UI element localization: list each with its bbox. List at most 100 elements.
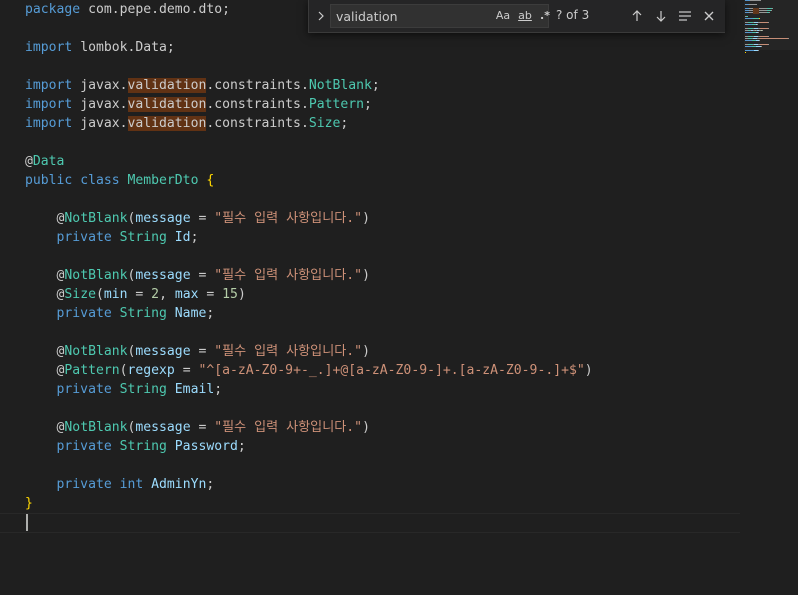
code-line[interactable]: @NotBlank(message = "필수 입력 사항입니다.") [25,342,370,361]
code-line[interactable]: } [25,494,33,513]
code-token: ) [237,287,246,302]
code-token: private [25,382,120,397]
code-token: Password [174,439,238,454]
code-token: lombok.Data [80,40,167,55]
code-token: import [25,97,81,112]
code-token: min [103,287,128,302]
code-token: regexp [127,363,175,378]
code-line[interactable]: @NotBlank(message = "필수 입력 사항입니다.") [25,209,370,228]
minimap-line [745,52,746,53]
toggle-replace-button[interactable] [313,6,329,26]
minimap-slider[interactable] [744,0,798,50]
arrow-up-icon [632,10,642,21]
code-token: String [119,230,175,245]
search-match-highlight: validation [127,116,207,131]
code-token: ( [119,363,128,378]
chevron-right-icon [318,11,324,21]
code-token: message [135,420,191,435]
code-line[interactable]: public class MemberDto { [25,171,214,190]
code-token: javax. [80,78,128,93]
code-token: = [174,363,199,378]
close-icon [704,11,714,21]
code-token: NotBlank [64,211,128,226]
current-line-highlight [0,513,740,533]
code-line[interactable]: import lombok.Data; [25,38,175,57]
code-token: private [25,477,120,492]
code-token: Pattern [308,97,365,112]
code-token: ; [166,40,175,55]
previous-match-button[interactable] [627,6,647,26]
code-token: package [25,2,89,17]
code-token: javax. [80,97,128,112]
find-in-selection-button[interactable] [675,6,695,26]
code-token: @ [25,154,33,169]
code-token: String [119,382,175,397]
code-line[interactable]: @Data [25,152,64,171]
code-token: { [206,173,215,188]
code-token: ; [340,116,349,131]
code-token: NotBlank [64,344,128,359]
code-token: 2 [151,287,160,302]
code-token: 15 [222,287,238,302]
code-line[interactable]: @NotBlank(message = "필수 입력 사항입니다.") [25,266,370,285]
code-line[interactable]: @Size(min = 2, max = 15) [25,285,246,304]
text-cursor [26,514,28,531]
use-regex-button[interactable]: .* [537,8,553,24]
code-token: Size [64,287,96,302]
next-match-button[interactable] [651,6,671,26]
code-token: String [119,306,175,321]
close-find-button[interactable] [699,6,719,26]
code-token: Data [32,154,65,169]
arrow-down-icon [656,11,666,22]
code-line[interactable]: import javax.validation.constraints.Size… [25,114,348,133]
code-token: import [25,78,81,93]
code-token: "필수 입력 사항입니다." [214,268,363,283]
code-token: @ [25,268,65,283]
code-token: ; [190,230,199,245]
code-token: message [135,268,191,283]
minimap-line [758,50,759,51]
code-line[interactable]: private int AdminYn; [25,475,215,494]
code-line[interactable]: private String Email; [25,380,223,399]
code-token: "필수 입력 사항입니다." [214,420,363,435]
code-token: max [174,287,199,302]
search-match-highlight: validation [127,78,207,93]
code-token: ) [362,344,370,359]
match-whole-word-button[interactable]: ab [516,8,534,24]
code-token: Id [174,230,191,245]
code-line[interactable]: package com.pepe.demo.dto; [25,0,230,19]
code-line[interactable]: import javax.validation.constraints.NotB… [25,76,380,95]
code-token: = [127,287,152,302]
code-editor[interactable]: package com.pepe.demo.dto; import lombok.… [0,0,740,595]
code-line[interactable]: @Pattern(regexp = "^[a-zA-Z0-9+-_.]+@[a-… [25,361,593,380]
code-token: AdminYn [151,477,207,492]
find-in-selection-icon [679,11,691,21]
code-token: NotBlank [308,78,372,93]
minimap-line [745,50,752,51]
search-match-highlight: validation [127,97,207,112]
code-token: Pattern [64,363,120,378]
code-token: message [135,211,191,226]
code-token: .constraints. [206,97,309,112]
code-token: private [25,230,120,245]
match-case-button[interactable]: Aa [495,8,511,24]
find-widget: Aa ab .* ? of 3 [308,0,725,33]
code-line[interactable]: import javax.validation.constraints.Patt… [25,95,372,114]
code-token: MemberDto [127,173,207,188]
match-count: ? of 3 [556,8,590,22]
code-token: int [119,477,152,492]
code-token: import [25,116,81,131]
code-line[interactable]: private String Name; [25,304,215,323]
code-token: ; [214,382,223,397]
code-token: = [198,287,223,302]
code-token: "필수 입력 사항입니다." [214,344,363,359]
code-line[interactable]: private String Password; [25,437,246,456]
code-token: = [190,344,215,359]
find-input-box: Aa ab .* [330,4,550,28]
find-input[interactable] [336,7,476,25]
code-token: class [80,173,128,188]
code-token: "필수 입력 사항입니다." [214,211,363,226]
code-token: .constraints. [206,116,309,131]
code-line[interactable]: private String Id; [25,228,199,247]
code-line[interactable]: @NotBlank(message = "필수 입력 사항입니다.") [25,418,370,437]
